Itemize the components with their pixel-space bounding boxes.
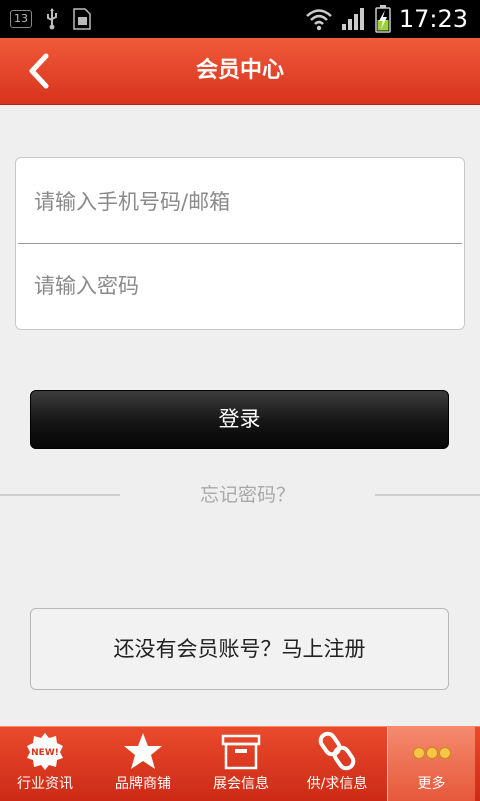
status-bar: 13 17:23 (0, 0, 480, 38)
bottom-nav: NEW! 行业资讯 品牌商铺 展会信息 供/求信息 更多 (0, 726, 480, 801)
password-input[interactable] (16, 244, 464, 328)
nav-item-brand-shops[interactable]: 品牌商铺 (98, 727, 188, 801)
sim-icon (73, 8, 91, 30)
notification-count-badge: 13 (10, 10, 32, 28)
svg-text:NEW!: NEW! (31, 748, 59, 758)
nav-label: 供/求信息 (306, 776, 368, 792)
signal-icon (341, 8, 364, 30)
new-badge-icon: NEW! (27, 733, 63, 770)
nav-label: 更多 (417, 776, 446, 792)
status-bar-right: 17:23 (305, 4, 468, 34)
register-button[interactable]: 还没有会员账号？马上注册 (30, 608, 449, 690)
chain-link-icon (318, 731, 356, 771)
divider-right (375, 494, 480, 496)
login-button[interactable]: 登录 (30, 390, 449, 449)
forgot-password-link[interactable]: 忘记密码？ (120, 480, 375, 510)
divider-left (0, 494, 120, 496)
username-input[interactable] (16, 160, 464, 244)
star-icon (124, 733, 162, 769)
nav-label: 展会信息 (213, 776, 269, 792)
login-card (15, 157, 465, 330)
forgot-password-row: 忘记密码？ (0, 480, 480, 510)
nav-label: 品牌商铺 (115, 776, 171, 792)
usb-icon (47, 8, 57, 30)
battery-charging-icon (375, 5, 391, 33)
nav-label: 行业资讯 (17, 776, 73, 792)
clock-time: 17:23 (398, 5, 468, 33)
nav-item-supply-demand[interactable]: 供/求信息 (292, 727, 382, 801)
more-dots-icon (413, 747, 451, 759)
status-bar-left: 13 (10, 8, 92, 30)
nav-item-exhibitions[interactable]: 展会信息 (196, 727, 286, 801)
nav-item-industry-news[interactable]: NEW! 行业资讯 (0, 727, 90, 801)
app-header: 会员中心 (0, 38, 480, 105)
page-title: 会员中心 (195, 58, 284, 83)
wifi-icon (305, 9, 332, 31)
box-icon (221, 734, 261, 770)
nav-item-more[interactable]: 更多 (387, 727, 475, 801)
